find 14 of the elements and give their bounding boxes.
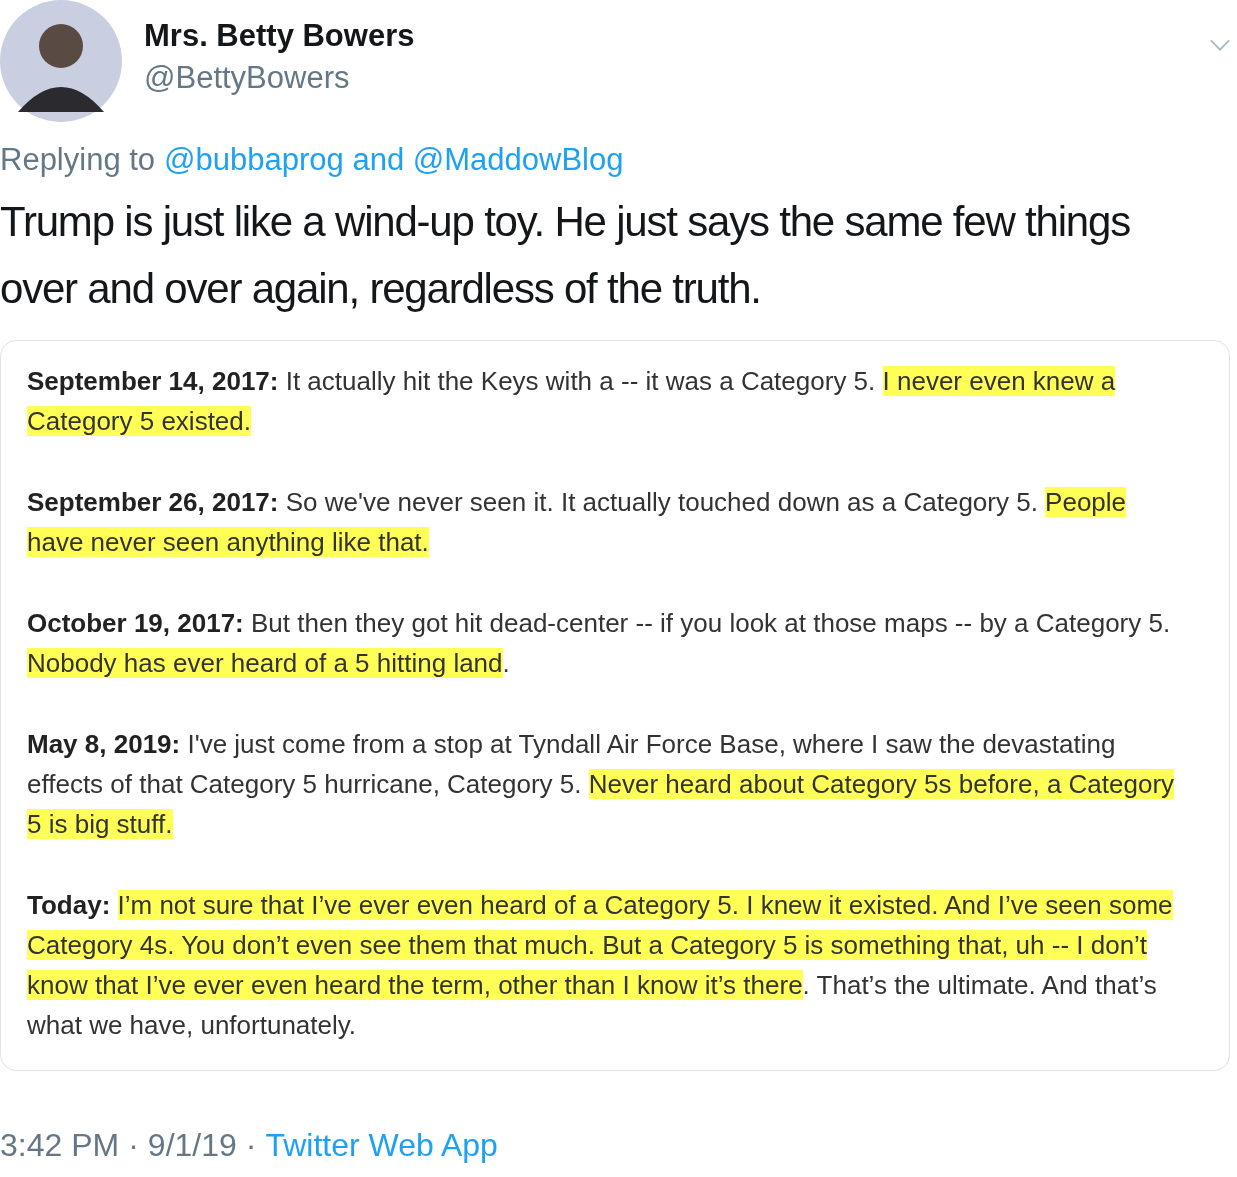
- author-name[interactable]: Mrs. Betty Bowers: [144, 18, 415, 54]
- mention-link[interactable]: @bubbaprog and @MaddowBlog: [164, 142, 624, 178]
- tweet-text: Trump is just like a wind-up toy. He just says the same few things over and over again, regardless of the truth.: [0, 197, 1131, 314]
- separator: ·: [245, 1127, 257, 1164]
- tweet-date: 9/1/19: [147, 1127, 237, 1164]
- tweet-time: 3:42 PM: [0, 1127, 120, 1164]
- quote-paragraph: October 19, 2017: But then they got hit dead-center -- if you look at those maps -- by a Category 5. Nobody has ever heard of a 5 hitting land.: [27, 607, 1172, 680]
- source-link[interactable]: Twitter Web App: [265, 1127, 498, 1164]
- chevron-down-icon[interactable]: [1209, 38, 1231, 52]
- quote-paragraph: Today: I’m not sure that I’ve ever even heard of a Category 5. I knew it existed. And I’ve seen some Category 4s. You don’t even see them that much. But a Category 5 is something that, uh -- I don’t know that I’ve ever even heard the term, other than I know it’s there. That’s the ultimate. And that’s what we have, unfortunately.: [27, 889, 1174, 1042]
- quote-paragraph: September 26, 2017: So we've never seen it. It actually touched down as a Category 5. People have never seen anything like that.: [27, 486, 1128, 559]
- replying-label: Replying to: [0, 142, 156, 178]
- author-handle[interactable]: @BettyBowers: [144, 60, 415, 96]
- separator: ·: [128, 1127, 139, 1164]
